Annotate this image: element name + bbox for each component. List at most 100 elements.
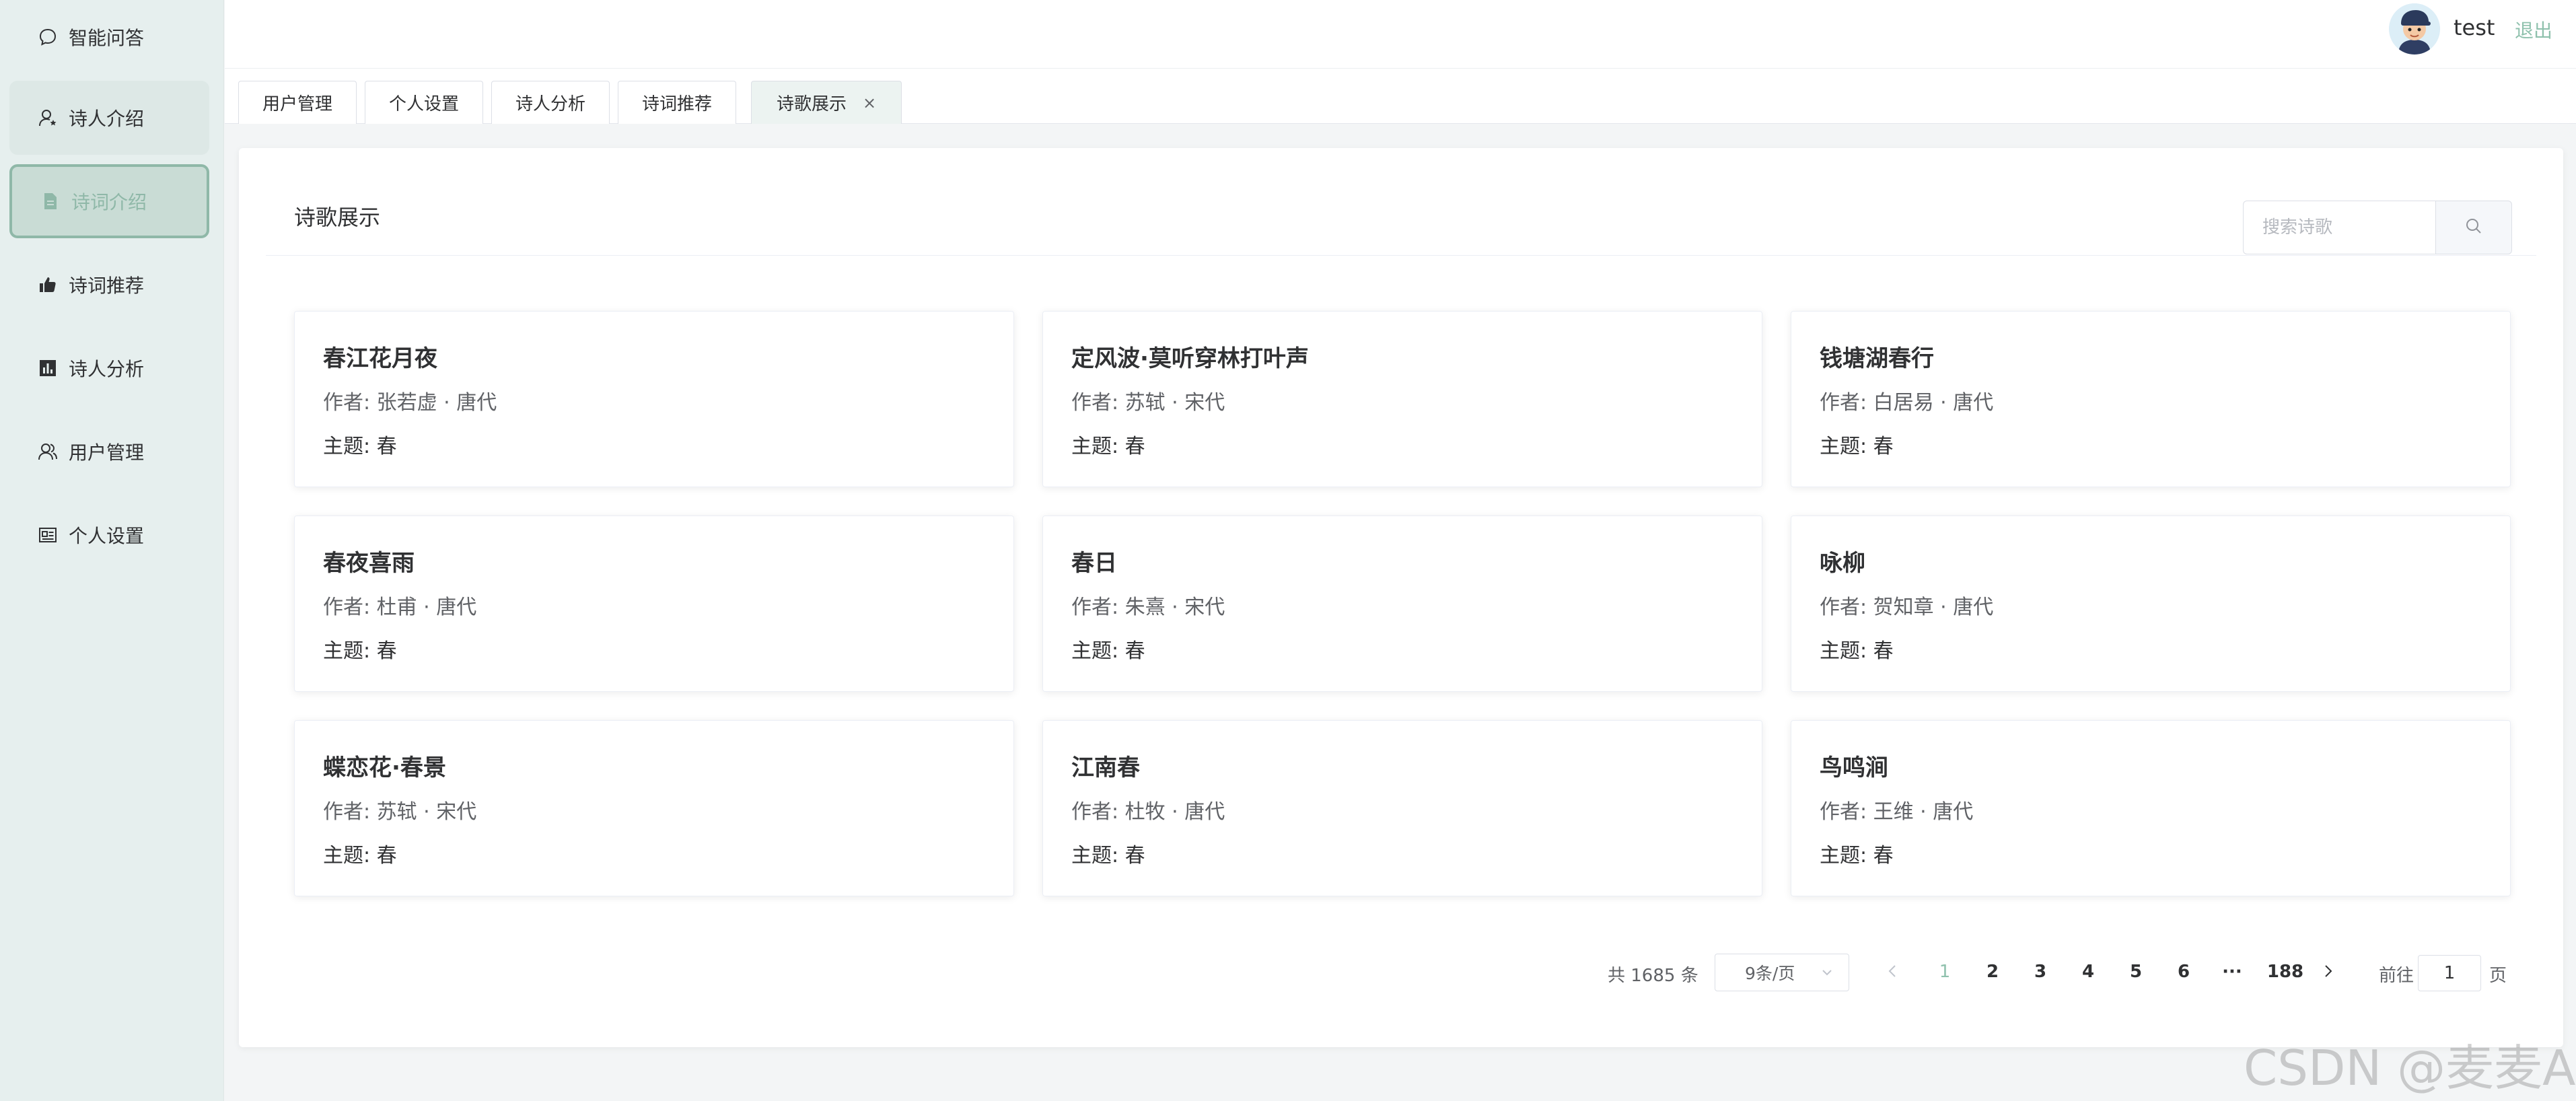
logout-link[interactable]: 退出 (2515, 16, 2552, 43)
poem-card[interactable]: 鸟鸣涧 作者: 王维 · 唐代 主题: 春 (1791, 720, 2511, 896)
search-button[interactable] (2435, 201, 2512, 254)
tab-label: 个人设置 (388, 94, 459, 114)
poem-author: 作者: 朱熹 · 宋代 (1071, 596, 1225, 619)
sidebar-item-personal-settings[interactable]: 个人设置 (9, 498, 209, 572)
avatar[interactable] (2389, 3, 2440, 55)
sidebar: 智能问答 诗人介绍 诗词介绍 诗词推荐 诗人分析 用户管理 个人设置 (0, 0, 224, 1101)
document-icon (40, 191, 61, 211)
poem-author: 作者: 苏轼 · 宋代 (323, 800, 477, 824)
user-star-icon (38, 108, 58, 128)
sidebar-item-label: 诗人介绍 (69, 108, 145, 130)
poem-card[interactable]: 蝶恋花·春景 作者: 苏轼 · 宋代 主题: 春 (294, 720, 1014, 896)
page-number[interactable]: 2 (1982, 962, 2003, 982)
watermark: CSDN @麦麦AI (2244, 1040, 2576, 1096)
sidebar-item-label: 智能问答 (69, 27, 145, 49)
tab-label: 诗歌展示 (776, 94, 847, 114)
tab-poet-analysis[interactable]: 诗人分析 (491, 81, 610, 124)
prev-page-button[interactable] (1882, 958, 1902, 990)
pagination: 共 1685 条 9条/页 1 2 3 4 5 6 ··· 188 前往 页 (239, 952, 2563, 993)
poem-title: 鸟鸣涧 (1820, 754, 1888, 781)
poem-title: 江南春 (1071, 754, 1140, 781)
chevron-down-icon (1820, 964, 1834, 983)
search-icon (2464, 217, 2483, 238)
chat-bubble-icon (38, 27, 58, 47)
poem-title: 钱塘湖春行 (1820, 345, 1934, 372)
sidebar-item-label: 用户管理 (69, 441, 145, 464)
tab-label: 诗人分析 (515, 94, 585, 114)
tab-label: 诗词推荐 (641, 94, 712, 114)
page-title: 诗歌展示 (294, 205, 381, 230)
goto-page-input[interactable] (2418, 955, 2481, 991)
poem-theme: 主题: 春 (323, 435, 397, 458)
close-icon[interactable]: × (863, 94, 876, 112)
sidebar-item-label: 诗词介绍 (71, 191, 147, 213)
main-panel: 诗歌展示 春江花月夜 作者: 张若虚 · 唐代 主题: 春 定风波·莫听穿林打叶… (239, 148, 2563, 1047)
sidebar-item-label: 诗人分析 (69, 358, 145, 380)
poem-title: 蝶恋花·春景 (323, 754, 446, 781)
tab-personal-settings[interactable]: 个人设置 (365, 81, 483, 124)
page-number[interactable]: 3 (2030, 962, 2050, 982)
sidebar-item-poet-analysis[interactable]: 诗人分析 (9, 331, 209, 405)
poem-author: 作者: 王维 · 唐代 (1820, 800, 1974, 824)
poem-author: 作者: 张若虚 · 唐代 (323, 391, 497, 415)
search-input[interactable] (2243, 201, 2435, 254)
goto-label: 前往 (2379, 966, 2414, 986)
pagination-total: 共 1685 条 (1608, 966, 1698, 986)
sidebar-item-label: 诗词推荐 (69, 275, 145, 297)
poem-title: 春江花月夜 (323, 345, 437, 372)
tab-poetry-recommend[interactable]: 诗词推荐 (618, 81, 736, 124)
poem-theme: 主题: 春 (1820, 435, 1894, 458)
poem-theme: 主题: 春 (1071, 639, 1145, 663)
page-number[interactable]: 6 (2174, 962, 2194, 982)
poem-card[interactable]: 春江花月夜 作者: 张若虚 · 唐代 主题: 春 (294, 311, 1014, 487)
poem-card[interactable]: 春日 作者: 朱熹 · 宋代 主题: 春 (1042, 516, 1762, 692)
tab-poetry-display[interactable]: 诗歌展示 × (751, 81, 902, 124)
username: test (2454, 15, 2495, 40)
next-page-button[interactable] (2318, 958, 2338, 990)
poem-author: 作者: 杜甫 · 唐代 (323, 596, 477, 619)
poem-card[interactable]: 春夜喜雨 作者: 杜甫 · 唐代 主题: 春 (294, 516, 1014, 692)
page-ellipsis[interactable]: ··· (2217, 962, 2247, 982)
top-header (225, 0, 2576, 69)
poem-theme: 主题: 春 (323, 639, 397, 663)
poem-card[interactable]: 钱塘湖春行 作者: 白居易 · 唐代 主题: 春 (1791, 311, 2511, 487)
bar-chart-icon (38, 358, 58, 378)
poem-theme: 主题: 春 (1820, 844, 1894, 867)
page-unit-label: 页 (2489, 966, 2507, 986)
title-divider (266, 255, 2536, 256)
tab-bar: 用户管理 个人设置 诗人分析 诗词推荐 诗歌展示 × (225, 69, 2576, 124)
poem-title: 春夜喜雨 (323, 550, 415, 577)
sidebar-item-label: 个人设置 (69, 525, 145, 547)
sidebar-item-poetry-recommend[interactable]: 诗词推荐 (9, 248, 209, 322)
poem-card[interactable]: 咏柳 作者: 贺知章 · 唐代 主题: 春 (1791, 516, 2511, 692)
poem-author: 作者: 白居易 · 唐代 (1820, 391, 1994, 415)
sidebar-item-poetry-intro[interactable]: 诗词介绍 (9, 164, 209, 238)
poem-theme: 主题: 春 (1071, 435, 1145, 458)
thumbs-up-icon (38, 275, 58, 295)
poem-card[interactable]: 定风波·莫听穿林打叶声 作者: 苏轼 · 宋代 主题: 春 (1042, 311, 1762, 487)
poem-theme: 主题: 春 (323, 844, 397, 867)
poem-theme: 主题: 春 (1071, 844, 1145, 867)
page-size-value: 9条/页 (1745, 964, 1795, 983)
sidebar-item-user-management[interactable]: 用户管理 (9, 415, 209, 489)
poem-card[interactable]: 江南春 作者: 杜牧 · 唐代 主题: 春 (1042, 720, 1762, 896)
poem-theme: 主题: 春 (1820, 639, 1894, 663)
users-icon (38, 441, 58, 462)
poem-title: 咏柳 (1820, 550, 1865, 577)
id-card-icon (38, 525, 58, 545)
poem-author: 作者: 苏轼 · 宋代 (1071, 391, 1225, 415)
page-number[interactable]: 5 (2126, 962, 2146, 982)
sidebar-item-poet-intro[interactable]: 诗人介绍 (9, 81, 209, 155)
page-number[interactable]: 4 (2078, 962, 2098, 982)
tab-label: 用户管理 (262, 94, 332, 114)
poem-author: 作者: 杜牧 · 唐代 (1071, 800, 1225, 824)
search-box (2243, 201, 2512, 254)
poem-title: 春日 (1071, 550, 1117, 577)
poem-title: 定风波·莫听穿林打叶声 (1071, 345, 1309, 372)
sidebar-item-smart-qa[interactable]: 智能问答 (9, 0, 209, 74)
page-number[interactable]: 1 (1935, 962, 1955, 982)
page-number[interactable]: 188 (2261, 962, 2310, 982)
poem-author: 作者: 贺知章 · 唐代 (1820, 596, 1994, 619)
tab-user-management[interactable]: 用户管理 (238, 81, 357, 124)
page-size-select[interactable]: 9条/页 (1715, 954, 1849, 991)
